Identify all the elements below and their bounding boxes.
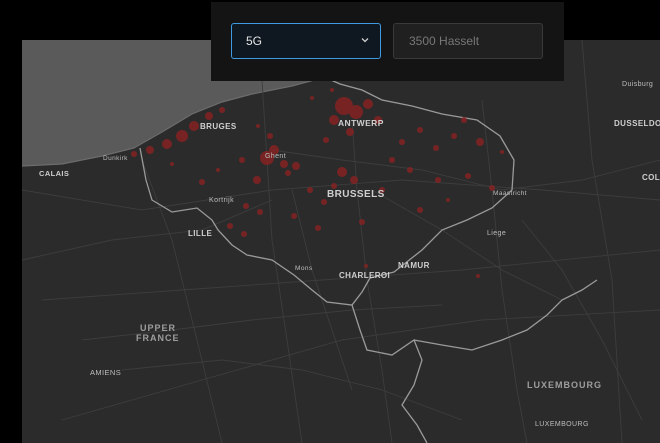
city-label-antwerp: ANTWERP [338, 118, 384, 128]
city-label-duisburg: Duisburg [622, 81, 653, 88]
chevron-down-icon [361, 38, 369, 43]
city-label-calais: CALAIS [39, 169, 69, 178]
coverage-map[interactable]: BRUGES ANTWERP Ghent Dunkirk CALAIS Kort… [22, 40, 660, 443]
network-select[interactable]: 5G [231, 23, 381, 59]
region-label-upper-line1: UPPER [140, 323, 176, 333]
search-panel: 5G [211, 2, 564, 81]
city-label-maastricht: Maastricht [493, 190, 527, 197]
city-label-namur: NAMUR [398, 261, 430, 270]
city-label-charleroi: CHARLEROI [339, 271, 390, 280]
postcode-input[interactable] [393, 23, 543, 59]
city-label-dunkirk: Dunkirk [103, 155, 128, 162]
region-label-luxembourg: LUXEMBOURG [527, 380, 602, 390]
city-label-kortrijk: Kortrijk [209, 197, 234, 204]
city-label-bruges: BRUGES [200, 122, 237, 131]
network-select-value: 5G [246, 34, 263, 48]
city-label-dusseldorf: DUSSELDORF [614, 119, 660, 128]
city-label-brussels: BRUSSELS [327, 189, 385, 200]
city-label-mons: Mons [295, 265, 313, 272]
city-label-liege: Liege [487, 230, 506, 237]
city-label-ghent: Ghent [265, 153, 286, 160]
city-label-cologne: COLO [642, 173, 660, 182]
city-label-luxembourg: LUXEMBOURG [535, 421, 589, 428]
region-label-upper-line2: FRANCE [136, 333, 180, 343]
city-label-lille: LILLE [188, 229, 212, 238]
city-label-amiens: AMIENS [90, 368, 121, 377]
